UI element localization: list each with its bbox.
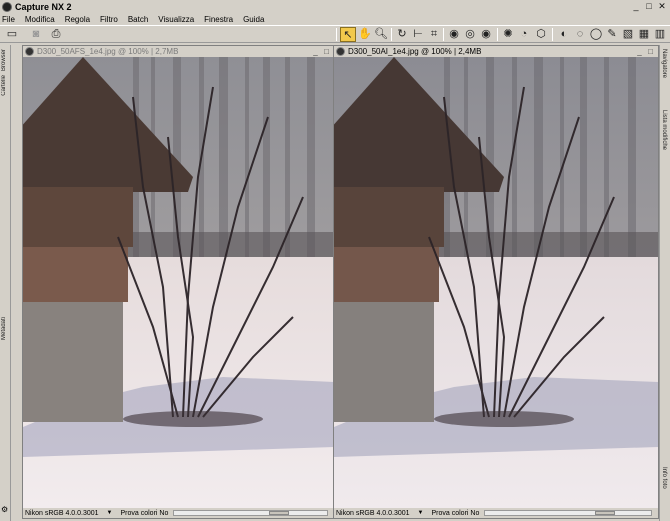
browser-panel-tab[interactable]: Browser	[1, 49, 7, 71]
photo-canvas[interactable]	[334, 57, 658, 510]
selection-control-point-icon[interactable]: ◐	[556, 27, 572, 42]
photo-left	[23, 57, 334, 510]
black-control-point-icon[interactable]: ◉	[446, 27, 462, 42]
edit-list-panel-tab[interactable]: Lista modifiche	[661, 110, 667, 150]
menu-batch[interactable]: Batch	[128, 15, 148, 24]
direct-select-tool-icon[interactable]: ↖	[340, 27, 356, 42]
metadata-panel-tab[interactable]: Metadati	[1, 317, 7, 340]
left-panel-strip: Browser Cartelle Metadati ⚙	[0, 45, 11, 521]
gradient-icon[interactable]: ▧	[620, 27, 636, 42]
right-panel-strip: Navigatore Lista modifiche Info foto	[659, 45, 670, 521]
window-maximize-button[interactable]: □	[322, 47, 331, 56]
horizontal-scrollbar[interactable]	[484, 510, 652, 516]
image-window-left[interactable]: D300_50AFS_1e4.jpg @ 100% | 2,7MB _ □ Ni…	[22, 45, 335, 519]
zoom-tool-icon[interactable]: 🔍︎	[373, 27, 389, 42]
photo-info-panel-tab[interactable]: Info foto	[661, 467, 667, 489]
color-profile-label: Nikon sRGB 4.0.0.3001	[336, 509, 410, 517]
fill-icon[interactable]: ▦	[636, 27, 652, 42]
lasso-icon[interactable]: ◌	[572, 27, 588, 42]
auto-retouch-icon[interactable]: ⬡	[533, 27, 549, 42]
menu-modifica[interactable]: Modifica	[25, 15, 55, 24]
image-status-bar: Nikon sRGB 4.0.0.3001 ▼ Prova colori No …	[334, 508, 658, 518]
crop-icon[interactable]: ⌗	[426, 27, 442, 42]
image-window-header[interactable]: D300_50AFS_1e4.jpg @ 100% | 2,7MB _ □	[23, 46, 334, 57]
menu-guida[interactable]: Guida	[243, 15, 264, 24]
settings-gear-icon[interactable]: ⚙	[1, 505, 8, 514]
menu-finestra[interactable]: Finestra	[204, 15, 233, 24]
white-control-point-icon[interactable]: ◎	[462, 27, 478, 42]
menu-filtro[interactable]: Filtro	[100, 15, 118, 24]
nx-document-icon	[25, 47, 34, 56]
window-minimize-button[interactable]: _	[311, 47, 320, 56]
menu-visualizza[interactable]: Visualizza	[158, 15, 194, 24]
profile-dropdown-icon[interactable]: ▼	[418, 510, 424, 516]
selection-brush-icon[interactable]: ✎	[604, 27, 620, 42]
straighten-icon[interactable]: ⊢	[410, 27, 426, 42]
menu-regola[interactable]: Regola	[65, 15, 90, 24]
image-window-right[interactable]: D300_50AI_1e4.jpg @ 100% | 2,4MB _ □ Nik…	[333, 45, 659, 519]
print-icon[interactable]: ⎙	[48, 27, 64, 42]
maximize-button[interactable]: □	[643, 1, 655, 12]
scrollbar-thumb[interactable]	[269, 511, 289, 515]
scrollbar-thumb[interactable]	[595, 511, 615, 515]
rotate-icon[interactable]: ↻	[394, 27, 410, 42]
toolbar: ▭ ◙ ⎙ ↖ ✋ 🔍︎ ↻ ⊢ ⌗ ◉ ◎ ◉ ✺ ◔ ⬡ ◐ ◌ ◯ ✎ ▧…	[0, 25, 670, 43]
horizontal-scrollbar[interactable]	[173, 510, 328, 516]
soft-proof-label: Prova colori No	[431, 509, 480, 517]
camera-icon[interactable]: ◙	[28, 27, 44, 42]
title-bar: Capture NX 2 _ □ ✕	[0, 0, 670, 13]
navigator-panel-tab[interactable]: Navigatore	[661, 49, 667, 78]
image-status-bar: Nikon sRGB 4.0.0.3001 ▼ Prova colori No …	[23, 508, 334, 518]
menu-file[interactable]: File	[2, 15, 15, 24]
minimize-button[interactable]: _	[630, 1, 642, 12]
profile-dropdown-icon[interactable]: ▼	[107, 510, 113, 516]
color-control-point-icon[interactable]: ✺	[500, 27, 516, 42]
marquee-icon[interactable]: ◯	[588, 27, 604, 42]
neutral-control-point-icon[interactable]: ◉	[478, 27, 494, 42]
close-button[interactable]: ✕	[656, 1, 668, 12]
red-eye-icon[interactable]: ◔	[516, 27, 532, 42]
photo-canvas[interactable]	[23, 57, 334, 510]
app-title: Capture NX 2	[15, 1, 72, 12]
window-minimize-button[interactable]: _	[635, 47, 644, 56]
menu-bar: File Modifica Regola Filtro Batch Visual…	[0, 13, 670, 25]
window-maximize-button[interactable]: □	[646, 47, 655, 56]
photo-right	[334, 57, 658, 510]
image-window-title: D300_50AFS_1e4.jpg @ 100% | 2,7MB	[37, 47, 179, 56]
app-window: Capture NX 2 _ □ ✕ File Modifica Regola …	[0, 0, 670, 521]
app-logo-icon	[2, 1, 12, 12]
nx-document-icon	[336, 47, 345, 56]
workspace-icon[interactable]: ▭	[4, 27, 20, 42]
color-profile-label: Nikon sRGB 4.0.0.3001	[25, 509, 99, 517]
compare-icon[interactable]: ▥	[652, 27, 668, 42]
hand-tool-icon[interactable]: ✋	[357, 27, 373, 42]
folders-panel-tab[interactable]: Cartelle	[1, 75, 7, 96]
image-window-header[interactable]: D300_50AI_1e4.jpg @ 100% | 2,4MB _ □	[334, 46, 658, 57]
image-window-title: D300_50AI_1e4.jpg @ 100% | 2,4MB	[348, 47, 482, 56]
soft-proof-label: Prova colori No	[120, 509, 169, 517]
